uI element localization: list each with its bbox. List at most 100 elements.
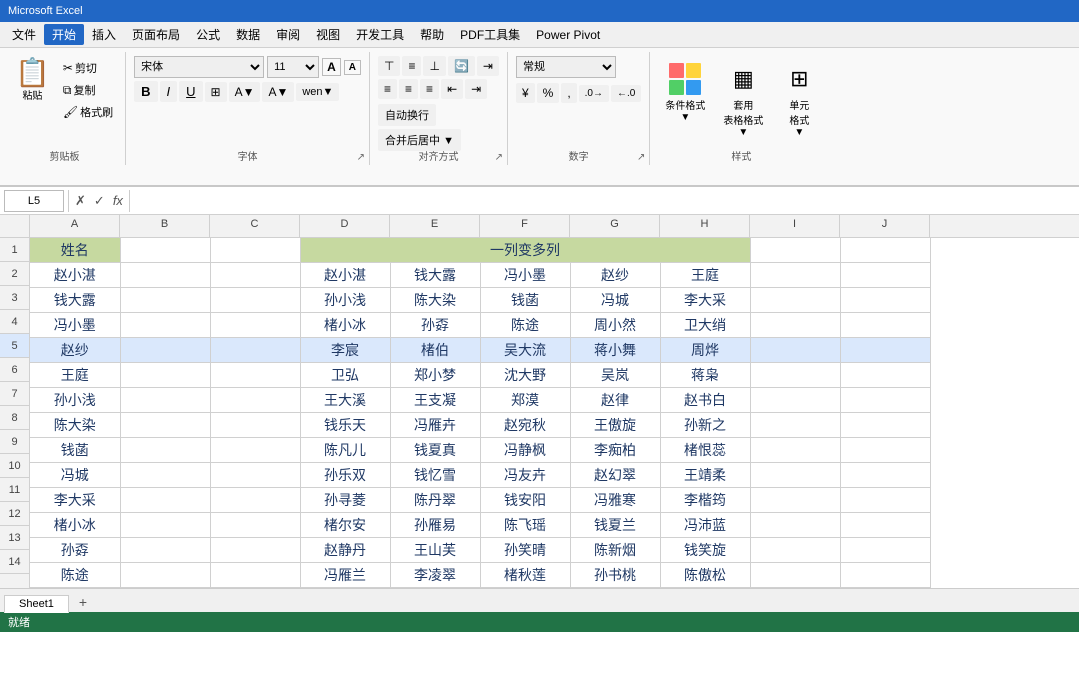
font-size-increase-button[interactable]: A: [322, 58, 341, 76]
cell-e3[interactable]: 陈大染: [390, 288, 480, 313]
cell-c9[interactable]: [210, 438, 300, 463]
cell-a3[interactable]: 钱大露: [30, 288, 120, 313]
cell-j14[interactable]: [840, 563, 930, 588]
col-header-g[interactable]: G: [570, 215, 660, 237]
menu-item-page-layout[interactable]: 页面布局: [124, 24, 188, 45]
cell-f6[interactable]: 沈大野: [480, 363, 570, 388]
cancel-icon[interactable]: ✗: [73, 193, 88, 209]
cell-g2[interactable]: 赵纱: [570, 263, 660, 288]
cell-d10[interactable]: 孙乐双: [300, 463, 390, 488]
row-num-11[interactable]: 11: [0, 478, 29, 502]
cell-c6[interactable]: [210, 363, 300, 388]
sheet-tab-1[interactable]: Sheet1: [4, 595, 69, 613]
cell-h5[interactable]: 周烨: [660, 338, 750, 363]
underline-button[interactable]: U: [179, 81, 202, 102]
col-header-d[interactable]: D: [300, 215, 390, 237]
menu-item-power-pivot[interactable]: Power Pivot: [528, 26, 608, 44]
cell-i12[interactable]: [750, 513, 840, 538]
col-header-b[interactable]: B: [120, 215, 210, 237]
align-top-button[interactable]: ⊤: [378, 56, 400, 76]
percent-button[interactable]: %: [537, 83, 560, 103]
cell-f7[interactable]: 郑漠: [480, 388, 570, 413]
cell-b14[interactable]: [120, 563, 210, 588]
row-num-1[interactable]: 1: [0, 238, 29, 262]
menu-item-formula[interactable]: 公式: [188, 24, 228, 45]
cell-c12[interactable]: [210, 513, 300, 538]
cell-a12[interactable]: 楮小冰: [30, 513, 120, 538]
cell-e8[interactable]: 冯雁卉: [390, 413, 480, 438]
menu-item-help[interactable]: 帮助: [412, 24, 452, 45]
border-button[interactable]: ⊞: [205, 82, 227, 102]
confirm-icon[interactable]: ✓: [92, 193, 107, 209]
cell-i5[interactable]: [750, 338, 840, 363]
cell-a9[interactable]: 钱菡: [30, 438, 120, 463]
cell-d8[interactable]: 钱乐天: [300, 413, 390, 438]
cell-c8[interactable]: [210, 413, 300, 438]
row-num-9[interactable]: 9: [0, 430, 29, 454]
cell-reference-input[interactable]: [4, 190, 64, 212]
cell-h2[interactable]: 王庭: [660, 263, 750, 288]
cell-b10[interactable]: [120, 463, 210, 488]
cell-a11[interactable]: 李大采: [30, 488, 120, 513]
comma-button[interactable]: ,: [561, 83, 576, 103]
row-num-2[interactable]: 2: [0, 262, 29, 286]
cell-g5[interactable]: 蒋小舞: [570, 338, 660, 363]
cell-h3[interactable]: 李大采: [660, 288, 750, 313]
menu-item-view[interactable]: 视图: [308, 24, 348, 45]
cell-d5[interactable]: 李宸: [300, 338, 390, 363]
cell-b4[interactable]: [120, 313, 210, 338]
menu-item-file[interactable]: 文件: [4, 24, 44, 45]
table-format-button[interactable]: ▦ 套用 表格格式 ▼: [716, 56, 770, 143]
cell-i6[interactable]: [750, 363, 840, 388]
cell-f5[interactable]: 吴大流: [480, 338, 570, 363]
cell-i9[interactable]: [750, 438, 840, 463]
cell-f2[interactable]: 冯小墨: [480, 263, 570, 288]
cell-g7[interactable]: 赵律: [570, 388, 660, 413]
cell-d4[interactable]: 楮小冰: [300, 313, 390, 338]
bold-button[interactable]: B: [134, 81, 157, 102]
col-header-c[interactable]: C: [210, 215, 300, 237]
cell-j8[interactable]: [840, 413, 930, 438]
cell-j9[interactable]: [840, 438, 930, 463]
cell-i13[interactable]: [750, 538, 840, 563]
formula-input[interactable]: [134, 190, 1075, 212]
cell-g11[interactable]: 冯雅寒: [570, 488, 660, 513]
cell-j13[interactable]: [840, 538, 930, 563]
cell-d13[interactable]: 赵静丹: [300, 538, 390, 563]
copy-button[interactable]: ⧉复制: [59, 80, 117, 100]
cell-a6[interactable]: 王庭: [30, 363, 120, 388]
cell-a1[interactable]: 姓名: [30, 238, 120, 263]
cell-j10[interactable]: [840, 463, 930, 488]
cell-b6[interactable]: [120, 363, 210, 388]
cell-e7[interactable]: 王支凝: [390, 388, 480, 413]
menu-item-insert[interactable]: 插入: [84, 24, 124, 45]
italic-button[interactable]: I: [160, 81, 178, 102]
row-num-6[interactable]: 6: [0, 358, 29, 382]
cell-j12[interactable]: [840, 513, 930, 538]
row-num-7[interactable]: 7: [0, 382, 29, 406]
cell-c1[interactable]: [210, 238, 300, 263]
align-right-button[interactable]: ≡: [420, 79, 439, 99]
font-color-button[interactable]: A▼: [262, 82, 294, 102]
wrap-text-button[interactable]: 自动换行: [378, 104, 436, 126]
col-header-e[interactable]: E: [390, 215, 480, 237]
menu-item-home[interactable]: 开始: [44, 24, 84, 45]
cell-h12[interactable]: 冯沛蓝: [660, 513, 750, 538]
add-sheet-button[interactable]: +: [71, 592, 95, 612]
align-center-button[interactable]: ≡: [399, 79, 418, 99]
cell-d14[interactable]: 冯雁兰: [300, 563, 390, 588]
cell-c10[interactable]: [210, 463, 300, 488]
cell-a8[interactable]: 陈大染: [30, 413, 120, 438]
row-num-14[interactable]: 14: [0, 550, 29, 574]
row-num-3[interactable]: 3: [0, 286, 29, 310]
cell-e12[interactable]: 孙雁易: [390, 513, 480, 538]
cell-i4[interactable]: [750, 313, 840, 338]
cell-f9[interactable]: 冯静枫: [480, 438, 570, 463]
col-header-j[interactable]: J: [840, 215, 930, 237]
cell-b2[interactable]: [120, 263, 210, 288]
font-group-expand[interactable]: ↗: [357, 152, 365, 163]
align-left-button[interactable]: ≡: [378, 79, 397, 99]
cell-h9[interactable]: 楮恨蕊: [660, 438, 750, 463]
row-num-4[interactable]: 4: [0, 310, 29, 334]
fill-color-button[interactable]: A▼: [229, 82, 261, 102]
